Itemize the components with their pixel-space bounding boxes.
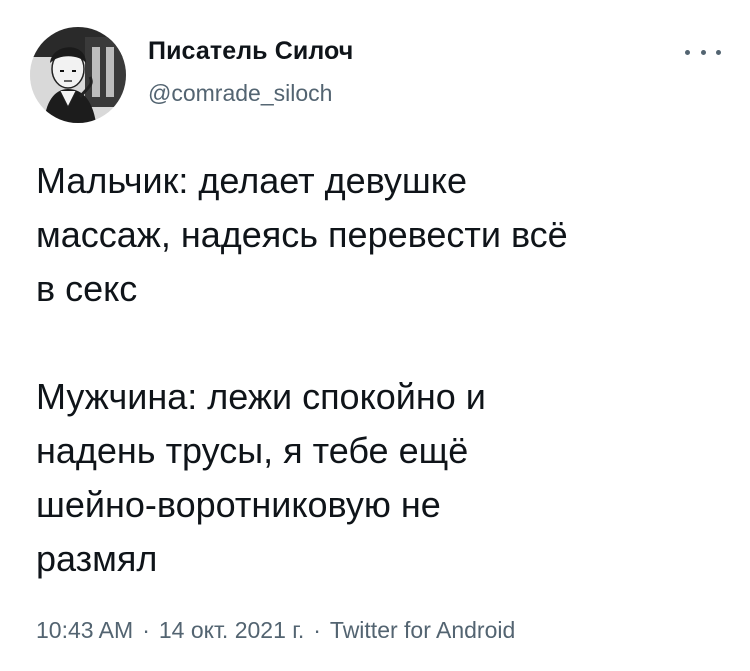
- more-dots-icon: [700, 49, 706, 55]
- tweet-text-line: Мужчина: лежи спокойно и: [36, 376, 486, 417]
- meta-separator: ·: [313, 617, 321, 643]
- tweet-text-blank-line: [36, 316, 726, 370]
- tweet-text-line: Мальчик: делает девушке: [36, 160, 467, 201]
- avatar-portrait-icon: [30, 27, 126, 123]
- tweet-text-line: в секс: [36, 268, 138, 309]
- author-handle[interactable]: @comrade_siloch: [148, 80, 332, 107]
- more-dots-icon: [716, 49, 721, 55]
- more-options-button[interactable]: [685, 40, 721, 64]
- tweet-text-line: массаж, надеясь перевести всё: [36, 214, 568, 255]
- tweet-text-line: надень трусы, я тебе ещё: [36, 430, 469, 471]
- tweet-date[interactable]: 14 окт. 2021 г.: [159, 617, 304, 643]
- avatar[interactable]: [30, 27, 126, 123]
- more-dots-icon: [685, 49, 690, 55]
- tweet-time[interactable]: 10:43 AM: [36, 617, 133, 643]
- tweet-card: Писатель Силоч @comrade_siloch Мальчик: …: [0, 0, 750, 671]
- tweet-meta: 10:43 AM · 14 окт. 2021 г. · Twitter for And…: [36, 617, 515, 644]
- tweet-text-line: шейно-воротниковую не: [36, 484, 441, 525]
- meta-separator: ·: [142, 617, 150, 643]
- author-name[interactable]: Писатель Силоч: [148, 37, 353, 66]
- tweet-source[interactable]: Twitter for Android: [330, 617, 515, 643]
- tweet-text: Мальчик: делает девушке массаж, надеясь …: [36, 154, 726, 586]
- tweet-text-line: размял: [36, 538, 158, 579]
